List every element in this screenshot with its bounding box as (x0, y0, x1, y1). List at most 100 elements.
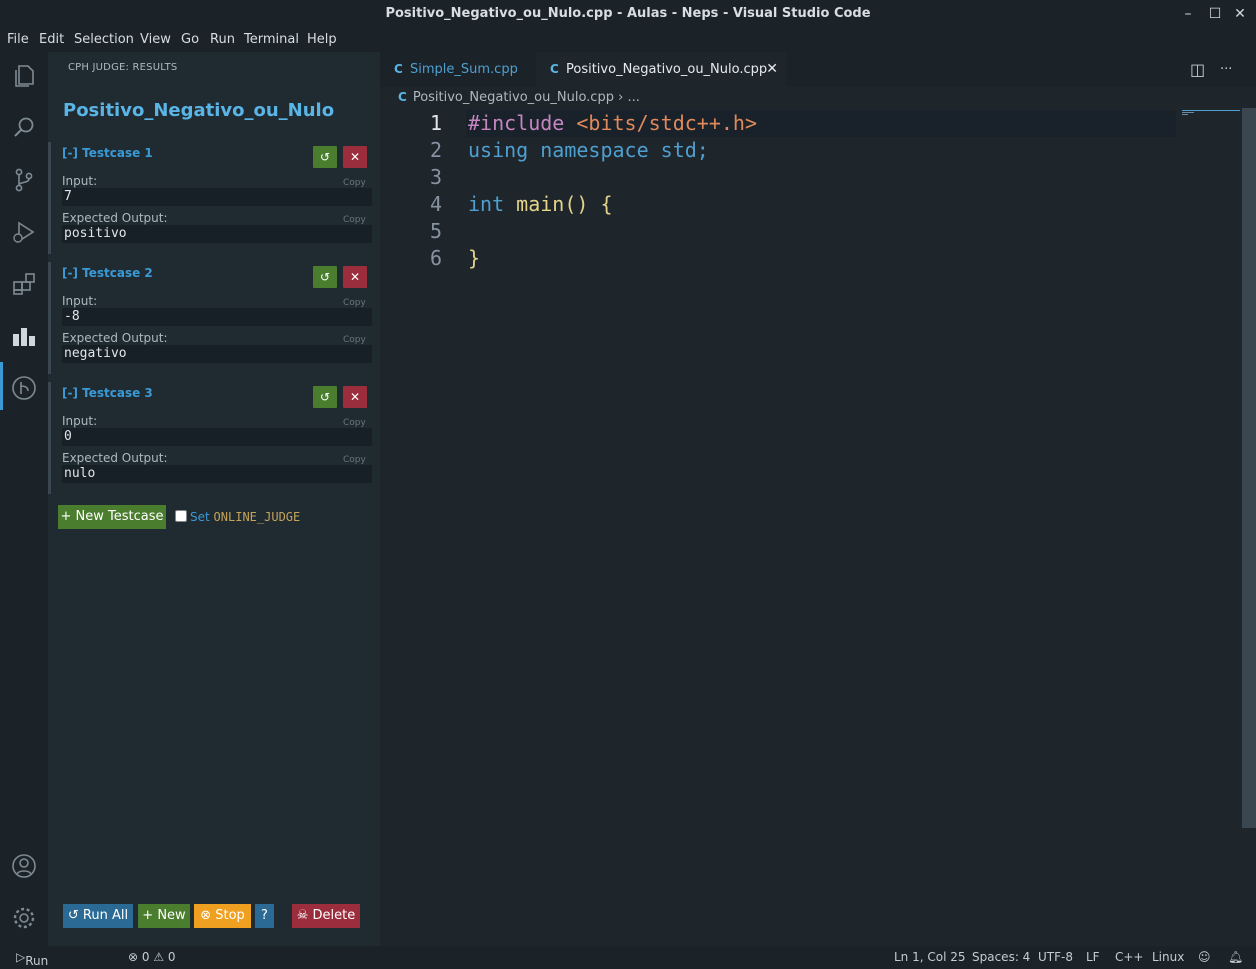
breadcrumb-separator: › (618, 90, 624, 105)
online-judge-prefix: Set (190, 510, 210, 524)
cpp-file-icon: C (550, 62, 559, 76)
settings-gear-icon[interactable] (10, 904, 38, 932)
code-line[interactable]: int main() { (468, 191, 613, 218)
code-token: <bits/stdc++.h> (576, 111, 757, 135)
code-line[interactable]: using namespace std; (468, 137, 709, 164)
line-number: 1 (429, 111, 442, 135)
search-icon[interactable] (10, 114, 38, 142)
active-view-indicator (0, 362, 3, 410)
editor-tabs: C Simple_Sum.cpp C Positivo_Negativo_ou_… (380, 52, 1256, 87)
code-line[interactable]: #include <bits/stdc++.h> (468, 110, 757, 137)
expected-output-label: Expected Output: (62, 211, 168, 225)
testcase-title[interactable]: [-] Testcase 3 (62, 386, 153, 400)
delete-all-button[interactable]: ☠ Delete (292, 904, 360, 928)
language-mode[interactable]: C++ (1115, 950, 1144, 964)
copy-output-button[interactable]: Copy (343, 335, 366, 345)
line-number: 5 (429, 219, 442, 243)
new-button[interactable]: + New (138, 904, 190, 928)
input-field[interactable]: 7 (62, 188, 372, 206)
menu-terminal[interactable]: Terminal (244, 32, 299, 47)
end-of-line[interactable]: LF (1086, 950, 1100, 964)
code-token: namespace (540, 138, 661, 162)
cursor-position[interactable]: Ln 1, Col 25 (894, 950, 966, 964)
menu-view[interactable]: View (140, 32, 171, 47)
copy-input-button[interactable]: Copy (343, 418, 366, 428)
expected-output-label: Expected Output: (62, 331, 168, 345)
breadcrumb: C Positivo_Negativo_ou_Nulo.cpp › ... (398, 90, 640, 105)
more-actions-icon[interactable]: ··· (1220, 62, 1232, 77)
maximize-button[interactable]: ☐ (1205, 4, 1225, 24)
new-testcase-button[interactable]: + New Testcase (58, 505, 166, 529)
code-token: std; (660, 138, 709, 162)
line-number: 6 (429, 246, 442, 270)
tab-label: Positivo_Negativo_ou_Nulo.cpp (566, 62, 768, 77)
code-line[interactable]: } (468, 245, 480, 272)
git-graph-icon[interactable] (10, 374, 38, 402)
split-editor-icon[interactable]: ◫ (1190, 60, 1205, 79)
rerun-testcase-button[interactable]: ↺ (313, 386, 337, 408)
code-token: } (468, 246, 481, 270)
code-token: () { (564, 192, 613, 216)
run-all-button[interactable]: ↺ Run All (63, 904, 133, 928)
copy-output-button[interactable]: Copy (343, 455, 366, 465)
stop-button[interactable]: ⊗ Stop (194, 904, 251, 928)
online-judge-code: ONLINE_JUDGE (213, 510, 301, 524)
panel-header: CPH JUDGE: RESULTS (68, 62, 178, 73)
delete-testcase-button[interactable]: ✕ (343, 146, 367, 168)
delete-testcase-button[interactable]: ✕ (343, 386, 367, 408)
online-judge-checkbox[interactable] (175, 510, 187, 522)
copy-output-button[interactable]: Copy (343, 215, 366, 225)
expected-output-field[interactable]: negativo (62, 345, 372, 363)
problem-title: Positivo_Negativo_ou_Nulo (63, 100, 335, 121)
menu-file[interactable]: File (7, 32, 29, 47)
run-debug-icon[interactable] (10, 218, 38, 246)
os-indicator[interactable]: Linux (1152, 950, 1184, 964)
close-tab-icon[interactable]: ✕ (766, 52, 778, 87)
menu-run[interactable]: Run (210, 32, 235, 47)
input-label: Input: (62, 174, 98, 188)
feedback-icon[interactable]: ☺ (1198, 950, 1211, 964)
tab-simple-sum[interactable]: C Simple_Sum.cpp (380, 52, 530, 87)
input-field[interactable]: 0 (62, 428, 372, 446)
account-icon[interactable] (10, 852, 38, 880)
menu-go[interactable]: Go (181, 32, 199, 47)
delete-testcase-button[interactable]: ✕ (343, 266, 367, 288)
cph-results-panel: CPH JUDGE: RESULTS Positivo_Negativo_ou_… (48, 52, 380, 946)
testcase-title[interactable]: [-] Testcase 1 (62, 146, 153, 160)
tab-label: Simple_Sum.cpp (410, 62, 518, 77)
breadcrumb-more[interactable]: ... (627, 90, 639, 105)
window-title: Positivo_Negativo_ou_Nulo.cpp - Aulas - … (385, 6, 871, 21)
expected-output-label: Expected Output: (62, 451, 168, 465)
input-label: Input: (62, 414, 98, 428)
menu-help[interactable]: Help (307, 32, 337, 47)
tab-positivo-negativo[interactable]: C Positivo_Negativo_ou_Nulo.cpp ✕ (536, 52, 786, 87)
copy-input-button[interactable]: Copy (343, 178, 366, 188)
breadcrumb-file[interactable]: Positivo_Negativo_ou_Nulo.cpp (413, 90, 614, 105)
notifications-bell-icon[interactable]: 🔔︎ (1228, 950, 1243, 964)
problems-status[interactable]: ⊗ 0 ⚠ 0 (128, 950, 176, 964)
cpp-file-icon: C (394, 62, 403, 76)
close-window-button[interactable]: ✕ (1230, 4, 1250, 24)
expected-output-field[interactable]: nulo (62, 465, 372, 483)
minimap[interactable] (1182, 108, 1242, 118)
explorer-icon[interactable] (10, 62, 38, 90)
menu-edit[interactable]: Edit (39, 32, 64, 47)
input-field[interactable]: -8 (62, 308, 372, 326)
minimize-button[interactable]: – (1178, 4, 1198, 24)
rerun-testcase-button[interactable]: ↺ (313, 266, 337, 288)
copy-input-button[interactable]: Copy (343, 298, 366, 308)
help-button[interactable]: ? (255, 904, 274, 928)
source-control-icon[interactable] (10, 166, 38, 194)
encoding[interactable]: UTF-8 (1038, 950, 1073, 964)
line-number: 3 (429, 165, 442, 189)
run-testcases-status[interactable]: ▷ Run Testcases (16, 950, 83, 969)
extensions-icon[interactable] (10, 270, 38, 298)
menu-selection[interactable]: Selection (74, 32, 134, 47)
indentation[interactable]: Spaces: 4 (972, 950, 1030, 964)
rerun-testcase-button[interactable]: ↺ (313, 146, 337, 168)
expected-output-field[interactable]: positivo (62, 225, 372, 243)
testcase-title[interactable]: [-] Testcase 2 (62, 266, 153, 280)
cph-judge-icon[interactable] (10, 322, 38, 350)
editor-scrollbar[interactable] (1242, 108, 1256, 828)
code-editor[interactable]: 1 #include <bits/stdc++.h> 2 using namespac… (380, 110, 1242, 946)
